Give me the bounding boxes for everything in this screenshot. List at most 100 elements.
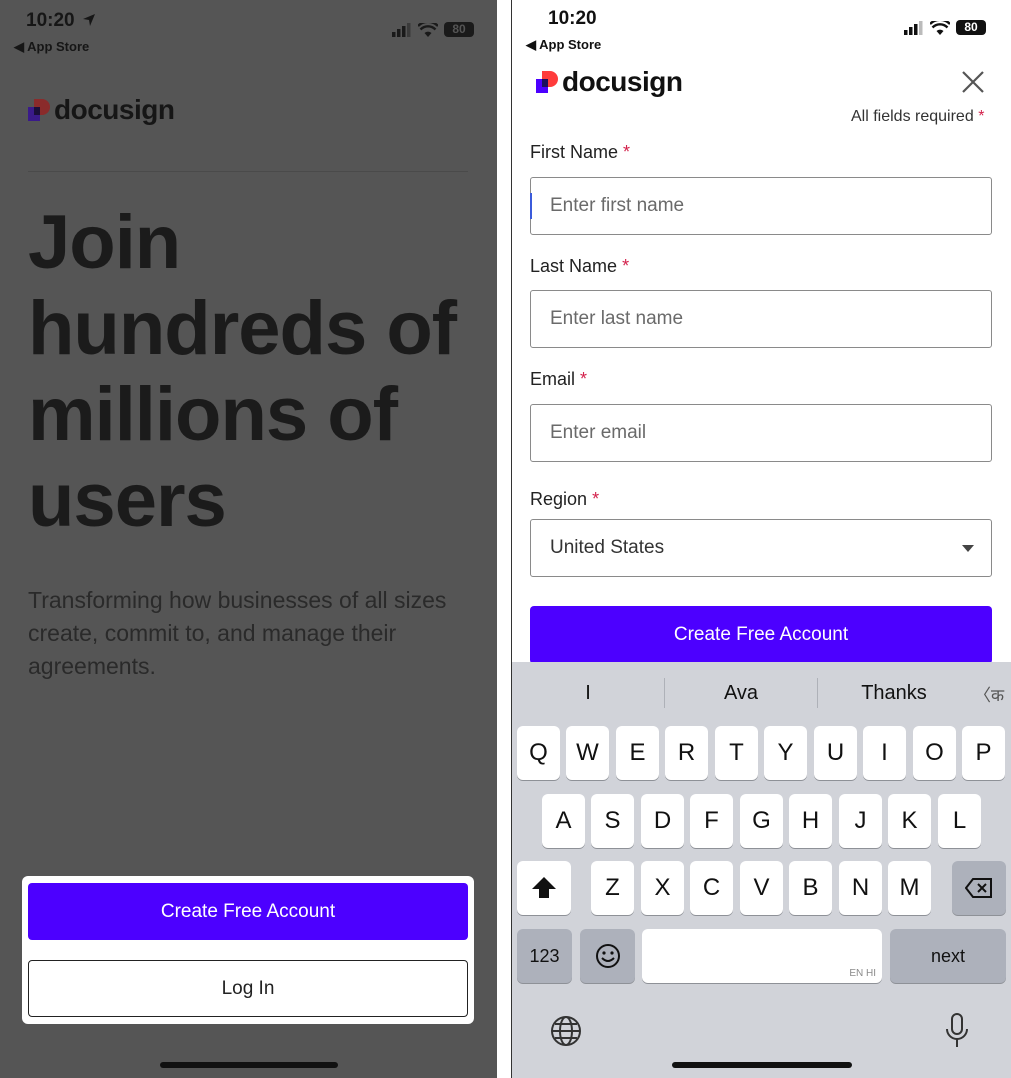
- status-icons: 80: [904, 20, 986, 35]
- status-time: 10:20: [26, 10, 75, 31]
- key-n[interactable]: N: [839, 861, 882, 915]
- key-j[interactable]: J: [839, 794, 882, 848]
- space-key[interactable]: EN HI: [642, 929, 882, 983]
- key-e[interactable]: E: [616, 726, 659, 780]
- create-free-account-button[interactable]: Create Free Account: [530, 606, 992, 664]
- key-k[interactable]: K: [888, 794, 931, 848]
- required-star: *: [592, 489, 600, 509]
- key-o[interactable]: O: [913, 726, 956, 780]
- docusign-logo: docusign: [28, 94, 175, 126]
- next-key[interactable]: next: [890, 929, 1006, 983]
- microphone-icon[interactable]: [944, 1013, 970, 1049]
- shift-icon: [532, 877, 556, 898]
- backspace-key[interactable]: [952, 861, 1006, 915]
- divider: [28, 171, 468, 172]
- emoji-key[interactable]: [580, 929, 635, 983]
- key-a[interactable]: A: [542, 794, 585, 848]
- key-t[interactable]: T: [715, 726, 758, 780]
- region-select[interactable]: United States: [530, 519, 992, 577]
- signal-icon: [392, 22, 411, 37]
- dropdown-arrow-icon: [962, 545, 974, 552]
- required-star: *: [580, 369, 588, 389]
- onscreen-keyboard: I Ava Thanks 〈क Q W E R T Y U I O P A S …: [512, 662, 1011, 1078]
- email-label-text: Email: [530, 369, 576, 389]
- key-w[interactable]: W: [566, 726, 609, 780]
- battery-indicator: 80: [956, 20, 986, 35]
- required-star: *: [622, 256, 630, 276]
- required-star: *: [978, 108, 985, 125]
- home-indicator[interactable]: [160, 1062, 338, 1068]
- suggestion-3[interactable]: Thanks: [818, 662, 970, 724]
- key-i[interactable]: I: [863, 726, 906, 780]
- home-indicator[interactable]: [672, 1062, 852, 1068]
- last-name-placeholder: Enter last name: [550, 308, 684, 329]
- suggestion-1[interactable]: I: [512, 662, 664, 724]
- subheadline: Transforming how businesses of all sizes…: [28, 587, 447, 679]
- language-switch-suggestion[interactable]: 〈क: [968, 662, 1010, 724]
- key-s[interactable]: S: [591, 794, 634, 848]
- first-name-label-text: First Name: [530, 142, 619, 162]
- key-u[interactable]: U: [814, 726, 857, 780]
- region-selected-value: United States: [550, 537, 665, 558]
- battery-indicator: 80: [444, 22, 474, 37]
- required-note: All fields required *: [851, 108, 984, 126]
- status-time: 10:20: [548, 8, 597, 29]
- docusign-wordmark: docusign: [562, 66, 683, 97]
- key-x[interactable]: X: [641, 861, 684, 915]
- key-z[interactable]: Z: [591, 861, 634, 915]
- shift-key[interactable]: [517, 861, 571, 915]
- first-name-placeholder: Enter first name: [550, 195, 685, 216]
- key-d[interactable]: D: [641, 794, 684, 848]
- space-language-hint: EN HI: [849, 968, 876, 979]
- key-m[interactable]: M: [888, 861, 931, 915]
- status-icons: 80: [392, 22, 474, 37]
- first-name-label: First Name *: [530, 142, 630, 163]
- region-label: Region *: [530, 489, 599, 510]
- key-c[interactable]: C: [690, 861, 733, 915]
- key-f[interactable]: F: [690, 794, 733, 848]
- docusign-wordmark: docusign: [54, 94, 175, 125]
- headline: Join hundreds of millions of users: [28, 200, 457, 543]
- wifi-icon: [930, 20, 950, 35]
- wifi-icon: [418, 22, 438, 37]
- key-h[interactable]: H: [789, 794, 832, 848]
- email-placeholder: Enter email: [550, 422, 647, 443]
- last-name-input[interactable]: Enter last name: [530, 290, 992, 348]
- last-name-label: Last Name *: [530, 256, 629, 277]
- welcome-screen: 10:20 ◀ App Store 80 docusign Join hundr…: [0, 0, 497, 1078]
- create-free-account-button[interactable]: Create Free Account: [28, 883, 468, 940]
- required-star: *: [623, 142, 631, 162]
- docusign-logo-mark: [28, 99, 50, 121]
- email-label: Email *: [530, 369, 587, 390]
- docusign-logo-mark: [536, 71, 558, 93]
- required-note-text: All fields required: [851, 108, 974, 125]
- screenshot-divider: [497, 0, 511, 1078]
- region-label-text: Region: [530, 489, 588, 509]
- backspace-icon: [965, 878, 992, 898]
- emoji-icon: [595, 944, 620, 968]
- location-arrow-icon: [83, 14, 95, 26]
- key-q[interactable]: Q: [517, 726, 560, 780]
- signal-icon: [904, 20, 923, 35]
- email-input[interactable]: Enter email: [530, 404, 992, 462]
- globe-icon[interactable]: [550, 1015, 582, 1047]
- back-to-app-store[interactable]: ◀ App Store: [14, 39, 89, 55]
- close-icon[interactable]: [960, 69, 986, 95]
- key-r[interactable]: R: [665, 726, 708, 780]
- docusign-logo: docusign: [536, 66, 683, 98]
- first-name-input[interactable]: Enter first name: [530, 177, 992, 235]
- suggestion-2[interactable]: Ava: [665, 662, 817, 724]
- last-name-label-text: Last Name: [530, 256, 618, 276]
- cta-panel: Create Free Account Log In: [22, 876, 474, 1024]
- key-l[interactable]: L: [938, 794, 981, 848]
- key-y[interactable]: Y: [764, 726, 807, 780]
- back-to-app-store[interactable]: ◀ App Store: [526, 37, 601, 53]
- key-b[interactable]: B: [789, 861, 832, 915]
- key-v[interactable]: V: [740, 861, 783, 915]
- key-p[interactable]: P: [962, 726, 1005, 780]
- numbers-key[interactable]: 123: [517, 929, 572, 983]
- log-in-button[interactable]: Log In: [28, 960, 468, 1017]
- key-g[interactable]: G: [740, 794, 783, 848]
- signup-form-screen: 10:20 ◀ App Store 80 docusign All fields…: [511, 0, 1011, 1078]
- text-cursor: [530, 193, 532, 219]
